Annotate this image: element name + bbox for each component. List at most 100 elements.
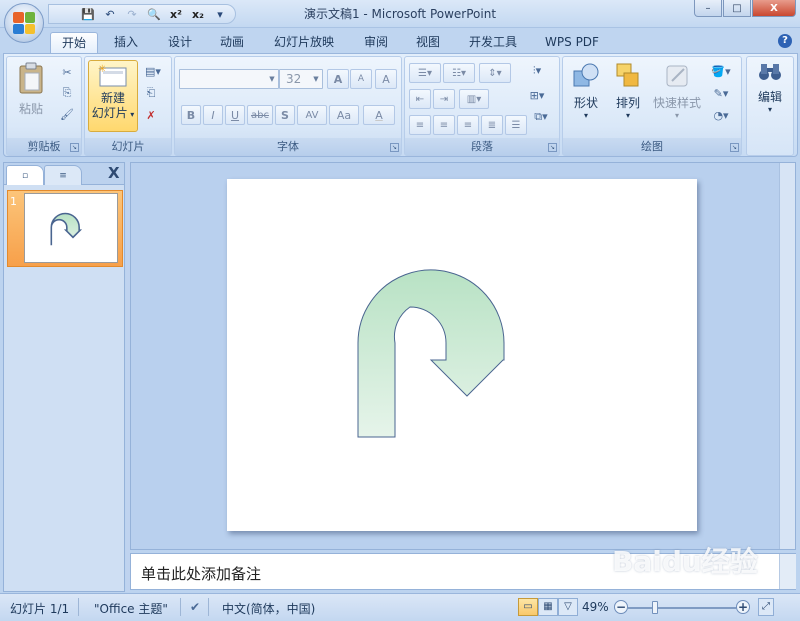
line-spacing-button[interactable]: ⇕▾ (479, 63, 511, 83)
font-size-combo[interactable]: 32 ▼ (279, 69, 323, 89)
shapes-button[interactable]: 形状 ▾ (567, 61, 605, 131)
fit-to-window-icon[interactable]: ⤢ (758, 598, 774, 616)
slide-thumbnail-number: 1 (10, 195, 17, 208)
slideshow-view-icon[interactable]: ▽ (558, 598, 578, 616)
underline-button[interactable]: U (225, 105, 245, 125)
svg-text:✳: ✳ (98, 64, 106, 75)
vertical-scrollbar[interactable] (779, 163, 795, 549)
zoom-out-button[interactable]: − (614, 600, 628, 614)
tab-home[interactable]: 开始 (50, 32, 98, 54)
editing-button[interactable]: 编辑 ▾ (751, 61, 789, 131)
notes-scrollbar[interactable] (779, 554, 796, 589)
text-shadow-button[interactable]: S (275, 105, 295, 125)
spell-check-icon[interactable]: ✔ (190, 600, 200, 614)
tab-wps-pdf[interactable]: WPS PDF (538, 32, 606, 54)
tab-animations[interactable]: 动画 (212, 32, 252, 54)
tab-developer[interactable]: 开发工具 (462, 32, 524, 54)
title-bar: 💾 ↶ ↷ 🔍 x² x₂ ▾ 演示文稿1 - Microsoft PowerP… (0, 0, 800, 28)
close-button[interactable]: X (752, 0, 796, 17)
chevron-down-icon: ▾ (625, 111, 630, 120)
maximize-button[interactable]: □ (723, 0, 751, 17)
paste-label: 粘贴 (18, 102, 43, 116)
distribute-button[interactable]: ☰ (505, 115, 527, 135)
font-name-combo[interactable]: ▼ (179, 69, 279, 89)
new-slide-label-2: 幻灯片 ▾ (91, 106, 135, 120)
strikethrough-button[interactable]: abc (247, 105, 273, 125)
paste-button[interactable]: 粘贴 (11, 61, 51, 125)
slides-tab-icon: ▫ (21, 170, 29, 181)
quick-styles-label: 快速样式 (652, 96, 701, 110)
justify-button[interactable]: ≣ (481, 115, 503, 135)
close-pane-icon[interactable]: X (108, 164, 120, 182)
zoom-slider[interactable] (628, 607, 736, 609)
change-case-button[interactable]: Aa (329, 105, 359, 125)
slide-canvas[interactable] (227, 179, 697, 531)
group-editing: 编辑 ▾ (746, 56, 794, 156)
decrease-indent-button[interactable]: ⇤ (409, 89, 431, 109)
cut-icon[interactable]: ✂ (57, 62, 77, 82)
align-center-button[interactable]: ≡ (433, 115, 455, 135)
format-painter-icon[interactable]: 🖌 (57, 104, 77, 124)
copy-icon[interactable]: ⎘ (57, 83, 77, 103)
new-slide-icon: ✳ (98, 64, 127, 87)
arrange-button[interactable]: 排列 ▾ (609, 61, 647, 131)
drawing-launcher-icon[interactable]: ↘ (730, 143, 739, 152)
normal-view-icon[interactable]: ▭ (518, 598, 538, 616)
watermark-url: jingyan.baidu.com (664, 576, 757, 587)
shrink-font-glyph: A (357, 74, 365, 84)
shrink-font-button[interactable]: A (350, 69, 372, 89)
grow-font-button[interactable]: A (327, 69, 349, 89)
shape-effects-icon[interactable]: ◔▾ (707, 105, 735, 125)
align-right-button[interactable]: ≡ (457, 115, 479, 135)
bold-button[interactable]: B (181, 105, 201, 125)
align-text-icon[interactable]: ⊞▾ (523, 85, 551, 105)
shape-fill-icon[interactable]: 🪣▾ (707, 61, 735, 81)
columns-button[interactable]: ▥▾ (459, 89, 489, 109)
chevron-down-icon: ▾ (674, 111, 679, 120)
tab-design[interactable]: 设计 (160, 32, 200, 54)
new-slide-button[interactable]: ✳ 新建 幻灯片 ▾ (88, 60, 138, 132)
clipboard-launcher-icon[interactable]: ↘ (70, 143, 79, 152)
clear-format-button[interactable]: A (375, 69, 397, 89)
office-button[interactable] (4, 3, 44, 43)
zoom-level[interactable]: 49% (582, 600, 609, 614)
tab-view[interactable]: 视图 (408, 32, 448, 54)
zoom-in-button[interactable]: + (736, 600, 750, 614)
paragraph-launcher-icon[interactable]: ↘ (548, 143, 557, 152)
numbering-button[interactable]: ☷▾ (443, 63, 475, 83)
delete-slide-icon[interactable]: ✗ (141, 105, 161, 125)
slides-group-label: 幻灯片 (85, 138, 171, 155)
slides-pane: ▫ ≡ X 1 (3, 162, 125, 592)
italic-button[interactable]: I (203, 105, 223, 125)
slide-sorter-view-icon[interactable]: ▦ (538, 598, 558, 616)
tab-slides-thumbnails[interactable]: ▫ (6, 165, 44, 185)
thumbnail-u-turn-arrow (50, 212, 83, 246)
shape-outline-icon[interactable]: ✎▾ (707, 83, 735, 103)
grow-font-glyph: A (333, 72, 343, 86)
font-color-button[interactable]: A (363, 105, 395, 125)
quick-styles-button[interactable]: 快速样式 ▾ (651, 61, 703, 131)
minimize-button[interactable]: – (694, 0, 722, 17)
tab-insert[interactable]: 插入 (106, 32, 146, 54)
window-controls: – □ X (694, 0, 796, 17)
reset-slide-icon[interactable]: ⎗ (141, 83, 161, 103)
zoom-slider-handle[interactable] (652, 601, 658, 614)
slide-thumbnail[interactable] (24, 193, 118, 263)
text-direction-icon[interactable]: ⫶▾ (523, 61, 551, 81)
font-launcher-icon[interactable]: ↘ (390, 143, 399, 152)
char-spacing-button[interactable]: AV (297, 105, 327, 125)
tab-review[interactable]: 审阅 (356, 32, 396, 54)
align-left-button[interactable]: ≡ (409, 115, 431, 135)
layout-icon[interactable]: ▤▾ (141, 61, 165, 81)
chevron-down-icon: ▾ (583, 111, 588, 120)
tab-outline[interactable]: ≡ (44, 165, 82, 185)
help-icon[interactable]: ? (778, 34, 792, 48)
editing-group-label (747, 138, 793, 155)
shapes-icon (573, 63, 599, 87)
smartart-icon[interactable]: ⧉▾ (529, 107, 553, 127)
bullets-button[interactable]: ☰▾ (409, 63, 441, 83)
quick-styles-icon (666, 65, 688, 87)
tab-slideshow[interactable]: 幻灯片放映 (266, 32, 342, 54)
increase-indent-button[interactable]: ⇥ (433, 89, 455, 109)
u-turn-arrow-shape[interactable] (357, 269, 505, 438)
